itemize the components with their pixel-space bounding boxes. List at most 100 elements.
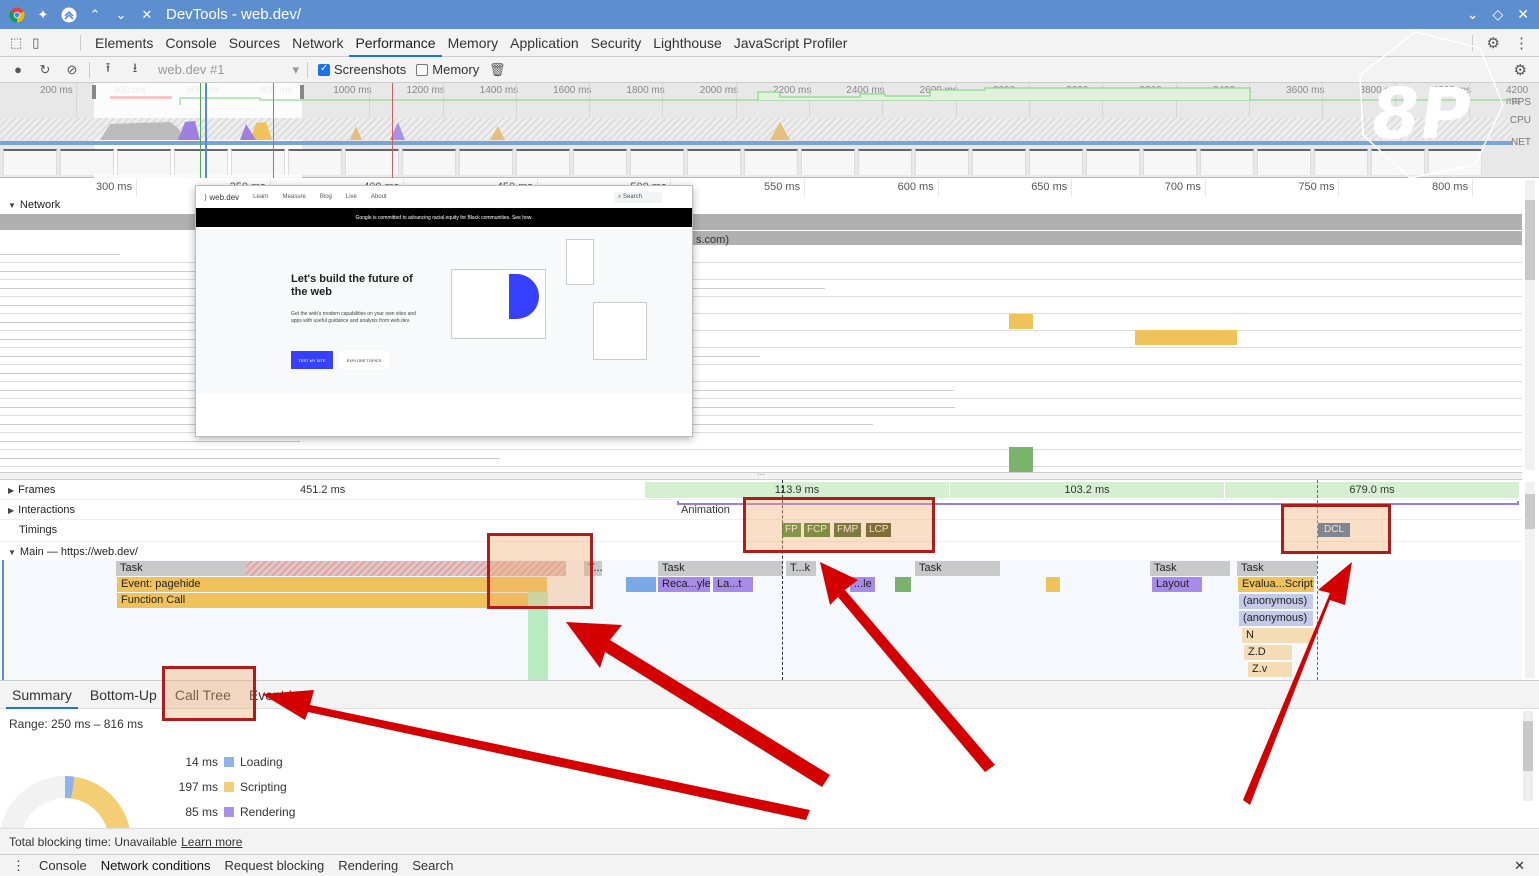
capture-settings-gear-icon[interactable]: ⚙ bbox=[1514, 61, 1527, 79]
panel-tab-application[interactable]: Application bbox=[504, 29, 585, 57]
screenshots-checkbox[interactable]: Screenshots bbox=[318, 62, 406, 77]
details-scrollbar[interactable] bbox=[1523, 711, 1533, 801]
screenshot-thumbnail[interactable] bbox=[1143, 149, 1197, 175]
recalculate-style-bar[interactable]: ...le bbox=[850, 577, 875, 592]
screenshot-thumbnail[interactable] bbox=[972, 149, 1026, 175]
screenshot-thumbnail[interactable] bbox=[174, 149, 228, 175]
tracks-scrollbar[interactable] bbox=[1525, 482, 1535, 678]
checkbox-unchecked-icon[interactable] bbox=[416, 63, 429, 76]
screenshot-thumbnail[interactable] bbox=[231, 149, 285, 175]
panel-tab-lighthouse[interactable]: Lighthouse bbox=[647, 29, 728, 57]
screenshot-thumbnail[interactable] bbox=[1314, 149, 1368, 175]
learn-more-link[interactable]: Learn more bbox=[181, 835, 242, 849]
paint-bar[interactable] bbox=[895, 577, 911, 592]
collapse-up-icon[interactable] bbox=[60, 6, 78, 24]
network-request-script[interactable] bbox=[1009, 314, 1033, 329]
network-request-bar[interactable]: s.com) bbox=[690, 231, 1522, 246]
function-call-bar[interactable]: Function Call bbox=[117, 593, 547, 608]
parse-html-bar[interactable] bbox=[626, 577, 656, 592]
drawer-tab-request-blocking[interactable]: Request blocking bbox=[225, 858, 325, 873]
chevron-up-icon[interactable]: ⌃ bbox=[86, 6, 104, 24]
pin-icon[interactable]: ✦ bbox=[34, 6, 52, 24]
script-bar[interactable] bbox=[1046, 577, 1060, 592]
screenshot-thumbnail[interactable] bbox=[630, 149, 684, 175]
screenshot-thumbnail[interactable] bbox=[60, 149, 114, 175]
layout-bar[interactable]: Layout bbox=[1152, 577, 1202, 592]
interactions-toggle[interactable]: ▶ Interactions bbox=[8, 504, 75, 516]
trash-icon[interactable]: 🗑 bbox=[488, 62, 506, 78]
screenshot-thumbnail[interactable] bbox=[744, 149, 798, 175]
function-bar[interactable]: Z.v bbox=[1248, 662, 1292, 677]
record-icon[interactable]: ● bbox=[9, 62, 27, 77]
settings-gear-icon[interactable]: ⚙ bbox=[1487, 34, 1500, 52]
drawer-tab-search[interactable]: Search bbox=[412, 858, 453, 873]
screenshot-thumbnail[interactable] bbox=[1428, 149, 1482, 175]
screenshot-thumbnail[interactable] bbox=[402, 149, 456, 175]
panel-tab-network[interactable]: Network bbox=[286, 29, 349, 57]
panel-tab-security[interactable]: Security bbox=[585, 29, 648, 57]
screenshot-filmstrip[interactable] bbox=[0, 149, 1512, 175]
screenshot-thumbnail[interactable] bbox=[459, 149, 513, 175]
panel-tab-sources[interactable]: Sources bbox=[223, 29, 286, 57]
function-bar[interactable]: N bbox=[1242, 628, 1314, 643]
panel-tab-memory[interactable]: Memory bbox=[442, 29, 505, 57]
screenshot-thumbnail[interactable] bbox=[801, 149, 855, 175]
panel-tab-performance[interactable]: Performance bbox=[349, 29, 442, 57]
anonymous-call-bar[interactable]: (anonymous) bbox=[1239, 594, 1313, 609]
frame-bar[interactable]: 113.9 ms bbox=[645, 482, 950, 498]
screenshot-thumbnail[interactable] bbox=[516, 149, 570, 175]
screenshot-thumbnail[interactable] bbox=[1200, 149, 1254, 175]
task-bar[interactable]: Task bbox=[1237, 561, 1317, 576]
network-request-row[interactable] bbox=[0, 450, 1522, 467]
screenshot-thumbnail[interactable] bbox=[1029, 149, 1083, 175]
drawer-tab-rendering[interactable]: Rendering bbox=[338, 858, 398, 873]
profile-select[interactable]: web.dev #1 ▾ bbox=[158, 61, 308, 78]
drawer-close-icon[interactable]: ✕ bbox=[1514, 858, 1525, 874]
close-icon[interactable]: ✕ bbox=[138, 6, 156, 24]
screenshot-thumbnail[interactable] bbox=[858, 149, 912, 175]
frames-toggle[interactable]: ▶ Frames bbox=[8, 484, 55, 496]
window-close-icon[interactable]: ✕ bbox=[1517, 6, 1529, 23]
network-request-script[interactable] bbox=[1135, 330, 1237, 345]
device-toolbar-icon[interactable]: ▯ bbox=[32, 35, 39, 51]
frame-bar[interactable]: 103.2 ms bbox=[950, 482, 1225, 498]
panel-tab-elements[interactable]: Elements bbox=[89, 29, 159, 57]
inspect-element-icon[interactable]: ⬚ bbox=[10, 35, 22, 51]
screenshot-thumbnail[interactable] bbox=[687, 149, 741, 175]
upload-icon[interactable]: ⭱ bbox=[99, 59, 117, 81]
function-bar[interactable]: Z.D bbox=[1244, 645, 1292, 660]
panel-resize-handle[interactable]: ··· bbox=[0, 471, 1522, 480]
timeline-overview[interactable]: 200 ms400 ms600 ms800 ms1000 ms1200 ms14… bbox=[0, 83, 1539, 178]
task-bar[interactable]: Task bbox=[915, 561, 1000, 576]
frame-duration[interactable]: 451.2 ms bbox=[300, 484, 345, 496]
drawer-tab-network-conditions[interactable]: Network conditions bbox=[101, 858, 211, 873]
details-tab-bottom-up[interactable]: Bottom-Up bbox=[84, 681, 163, 709]
details-tab-summary[interactable]: Summary bbox=[6, 681, 78, 709]
screenshot-thumbnail[interactable] bbox=[345, 149, 399, 175]
screenshot-thumbnail[interactable] bbox=[1371, 149, 1425, 175]
event-pagehide-bar[interactable]: Event: pagehide bbox=[117, 577, 547, 592]
more-options-icon[interactable]: ⋮ bbox=[1514, 34, 1529, 52]
screenshot-thumbnail[interactable] bbox=[573, 149, 627, 175]
panel-tab-console[interactable]: Console bbox=[159, 29, 222, 57]
download-icon[interactable]: ⭳ bbox=[126, 59, 144, 81]
drawer-menu-icon[interactable]: ⋮ bbox=[12, 858, 25, 874]
screenshot-thumbnail[interactable] bbox=[1086, 149, 1140, 175]
drawer-tab-console[interactable]: Console bbox=[39, 858, 87, 873]
recalculate-style-bar[interactable]: Reca...yle bbox=[658, 577, 710, 592]
task-bar[interactable]: Task bbox=[658, 561, 783, 576]
network-scrollbar[interactable] bbox=[1525, 180, 1535, 470]
memory-checkbox[interactable]: Memory bbox=[416, 62, 479, 77]
screenshot-thumbnail[interactable] bbox=[117, 149, 171, 175]
network-request-image[interactable] bbox=[1009, 447, 1033, 472]
clear-icon[interactable]: ⊘ bbox=[63, 62, 81, 78]
main-toggle[interactable]: ▼ Main — https://web.dev/ bbox=[8, 546, 138, 558]
frame-bar[interactable]: 679.0 ms bbox=[1225, 482, 1520, 498]
screenshot-thumbnail[interactable] bbox=[288, 149, 342, 175]
chevron-down-icon[interactable]: ⌄ bbox=[112, 6, 130, 24]
maximize-icon[interactable]: ◇ bbox=[1492, 6, 1503, 23]
panel-tab-javascript-profiler[interactable]: JavaScript Profiler bbox=[728, 29, 854, 57]
minimize-icon[interactable]: ⌄ bbox=[1467, 6, 1479, 23]
screenshot-thumbnail[interactable] bbox=[915, 149, 969, 175]
task-bar[interactable]: Task bbox=[1150, 561, 1230, 576]
